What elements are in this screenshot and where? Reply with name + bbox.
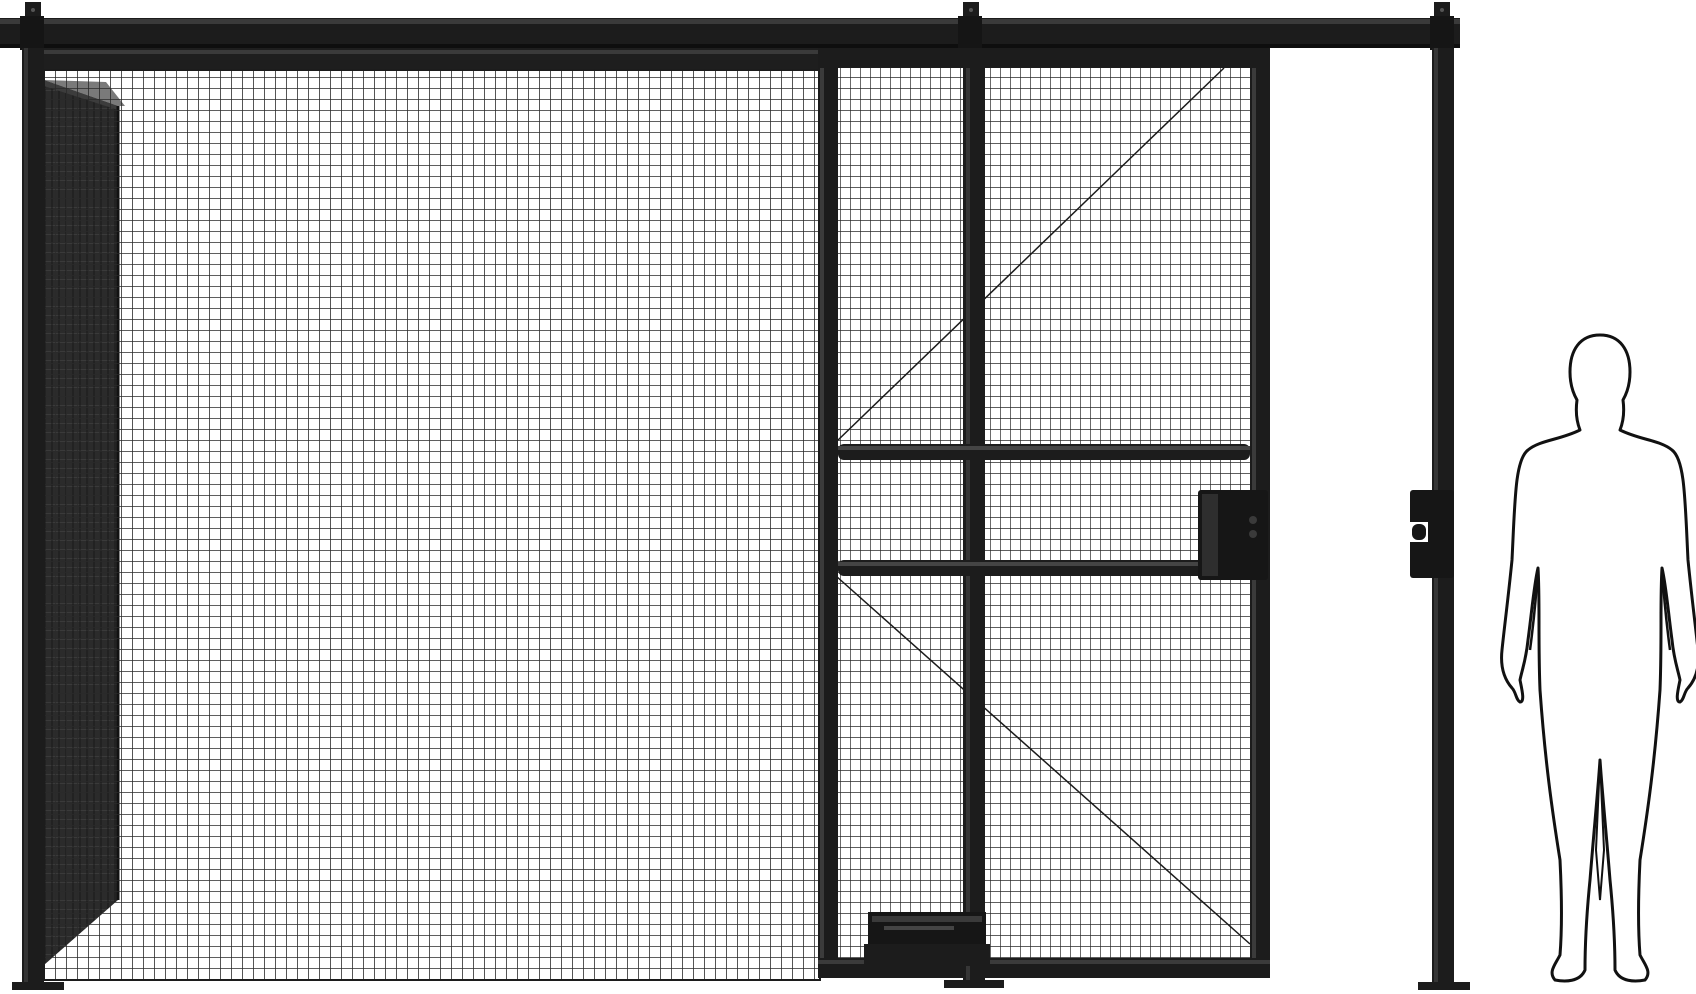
center-base-plate xyxy=(944,980,1004,988)
product-illustration xyxy=(0,0,1696,994)
track-icon xyxy=(864,912,990,966)
human-silhouette-icon xyxy=(1500,333,1696,983)
right-post xyxy=(1408,48,1470,990)
latch-icon xyxy=(1198,490,1268,580)
fixed-mesh-panel xyxy=(43,69,821,981)
sliding-gate xyxy=(818,48,1270,980)
sliding-gate-illustration xyxy=(0,2,1696,990)
